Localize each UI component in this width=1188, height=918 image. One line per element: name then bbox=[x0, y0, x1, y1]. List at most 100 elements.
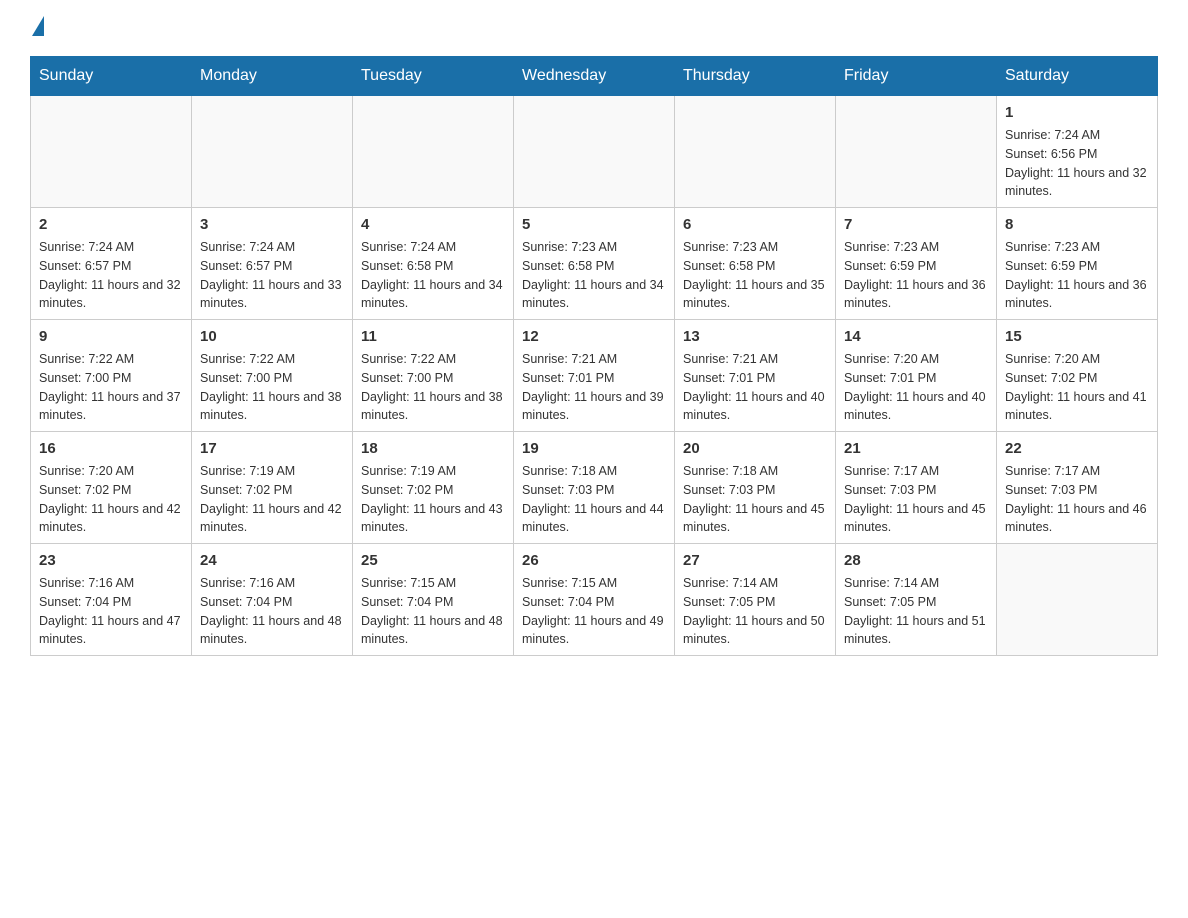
weekday-header-thursday: Thursday bbox=[675, 57, 836, 96]
day-info: Sunrise: 7:15 AM Sunset: 7:04 PM Dayligh… bbox=[361, 574, 505, 649]
day-info: Sunrise: 7:24 AM Sunset: 6:58 PM Dayligh… bbox=[361, 238, 505, 313]
day-info: Sunrise: 7:22 AM Sunset: 7:00 PM Dayligh… bbox=[39, 350, 183, 425]
day-info: Sunrise: 7:22 AM Sunset: 7:00 PM Dayligh… bbox=[200, 350, 344, 425]
weekday-header-friday: Friday bbox=[836, 57, 997, 96]
day-number: 24 bbox=[200, 550, 344, 571]
calendar-cell: 22 Sunrise: 7:17 AM Sunset: 7:03 PM Dayli… bbox=[997, 432, 1158, 544]
day-info: Sunrise: 7:21 AM Sunset: 7:01 PM Dayligh… bbox=[683, 350, 827, 425]
weekday-header-wednesday: Wednesday bbox=[514, 57, 675, 96]
day-number: 15 bbox=[1005, 326, 1149, 347]
weekday-header-tuesday: Tuesday bbox=[353, 57, 514, 96]
calendar-cell: 4 Sunrise: 7:24 AM Sunset: 6:58 PM Daylig… bbox=[353, 208, 514, 320]
calendar-cell: 19 Sunrise: 7:18 AM Sunset: 7:03 PM Dayli… bbox=[514, 432, 675, 544]
day-info: Sunrise: 7:24 AM Sunset: 6:57 PM Dayligh… bbox=[200, 238, 344, 313]
calendar-cell: 28Sunrise: 7:14 AM Sunset: 7:05 PM Dayli… bbox=[836, 544, 997, 656]
calendar-cell: 12 Sunrise: 7:21 AM Sunset: 7:01 PM Dayli… bbox=[514, 320, 675, 432]
day-info: Sunrise: 7:15 AM Sunset: 7:04 PM Dayligh… bbox=[522, 574, 666, 649]
calendar-cell: 15 Sunrise: 7:20 AM Sunset: 7:02 PM Dayli… bbox=[997, 320, 1158, 432]
day-number: 25 bbox=[361, 550, 505, 571]
week-row-1: 1 Sunrise: 7:24 AM Sunset: 6:56 PM Daylig… bbox=[31, 96, 1158, 208]
day-info: Sunrise: 7:24 AM Sunset: 6:56 PM Dayligh… bbox=[1005, 126, 1149, 201]
weekday-header-sunday: Sunday bbox=[31, 57, 192, 96]
calendar-cell: 7 Sunrise: 7:23 AM Sunset: 6:59 PM Daylig… bbox=[836, 208, 997, 320]
week-row-2: 2 Sunrise: 7:24 AM Sunset: 6:57 PM Daylig… bbox=[31, 208, 1158, 320]
day-number: 19 bbox=[522, 438, 666, 459]
day-info: Sunrise: 7:23 AM Sunset: 6:58 PM Dayligh… bbox=[683, 238, 827, 313]
day-info: Sunrise: 7:17 AM Sunset: 7:03 PM Dayligh… bbox=[1005, 462, 1149, 537]
logo-triangle-icon bbox=[32, 16, 44, 36]
day-number: 1 bbox=[1005, 102, 1149, 123]
day-info: Sunrise: 7:21 AM Sunset: 7:01 PM Dayligh… bbox=[522, 350, 666, 425]
week-row-4: 16 Sunrise: 7:20 AM Sunset: 7:02 PM Dayli… bbox=[31, 432, 1158, 544]
day-number: 17 bbox=[200, 438, 344, 459]
day-info: Sunrise: 7:22 AM Sunset: 7:00 PM Dayligh… bbox=[361, 350, 505, 425]
calendar-cell bbox=[836, 96, 997, 208]
day-info: Sunrise: 7:16 AM Sunset: 7:04 PM Dayligh… bbox=[39, 574, 183, 649]
day-info: Sunrise: 7:20 AM Sunset: 7:02 PM Dayligh… bbox=[39, 462, 183, 537]
day-info: Sunrise: 7:16 AM Sunset: 7:04 PM Dayligh… bbox=[200, 574, 344, 649]
calendar-table: SundayMondayTuesdayWednesdayThursdayFrid… bbox=[30, 56, 1158, 656]
day-number: 2 bbox=[39, 214, 183, 235]
weekday-header-monday: Monday bbox=[192, 57, 353, 96]
day-info: Sunrise: 7:18 AM Sunset: 7:03 PM Dayligh… bbox=[683, 462, 827, 537]
calendar-cell: 17 Sunrise: 7:19 AM Sunset: 7:02 PM Dayli… bbox=[192, 432, 353, 544]
day-info: Sunrise: 7:20 AM Sunset: 7:02 PM Dayligh… bbox=[1005, 350, 1149, 425]
calendar-cell bbox=[192, 96, 353, 208]
page-header bbox=[30, 20, 1158, 36]
calendar-cell: 6 Sunrise: 7:23 AM Sunset: 6:58 PM Daylig… bbox=[675, 208, 836, 320]
day-number: 22 bbox=[1005, 438, 1149, 459]
day-number: 21 bbox=[844, 438, 988, 459]
day-info: Sunrise: 7:23 AM Sunset: 6:59 PM Dayligh… bbox=[844, 238, 988, 313]
day-number: 11 bbox=[361, 326, 505, 347]
calendar-cell: 11 Sunrise: 7:22 AM Sunset: 7:00 PM Dayli… bbox=[353, 320, 514, 432]
calendar-cell: 18 Sunrise: 7:19 AM Sunset: 7:02 PM Dayli… bbox=[353, 432, 514, 544]
day-number: 3 bbox=[200, 214, 344, 235]
day-number: 12 bbox=[522, 326, 666, 347]
day-number: 4 bbox=[361, 214, 505, 235]
calendar-cell: 25 Sunrise: 7:15 AM Sunset: 7:04 PM Dayli… bbox=[353, 544, 514, 656]
calendar-cell: 20 Sunrise: 7:18 AM Sunset: 7:03 PM Dayli… bbox=[675, 432, 836, 544]
day-info: Sunrise: 7:18 AM Sunset: 7:03 PM Dayligh… bbox=[522, 462, 666, 537]
calendar-cell bbox=[514, 96, 675, 208]
day-number: 5 bbox=[522, 214, 666, 235]
calendar-cell: 21 Sunrise: 7:17 AM Sunset: 7:03 PM Dayli… bbox=[836, 432, 997, 544]
calendar-cell: 9 Sunrise: 7:22 AM Sunset: 7:00 PM Daylig… bbox=[31, 320, 192, 432]
day-info: Sunrise: 7:19 AM Sunset: 7:02 PM Dayligh… bbox=[361, 462, 505, 537]
day-info: Sunrise: 7:24 AM Sunset: 6:57 PM Dayligh… bbox=[39, 238, 183, 313]
calendar-cell: 26 Sunrise: 7:15 AM Sunset: 7:04 PM Dayli… bbox=[514, 544, 675, 656]
day-number: 27 bbox=[683, 550, 827, 571]
day-number: 6 bbox=[683, 214, 827, 235]
day-number: 8 bbox=[1005, 214, 1149, 235]
calendar-cell bbox=[997, 544, 1158, 656]
calendar-cell bbox=[675, 96, 836, 208]
day-number: 9 bbox=[39, 326, 183, 347]
calendar-cell: 1 Sunrise: 7:24 AM Sunset: 6:56 PM Daylig… bbox=[997, 96, 1158, 208]
day-number: 26 bbox=[522, 550, 666, 571]
calendar-cell: 8Sunrise: 7:23 AM Sunset: 6:59 PM Daylig… bbox=[997, 208, 1158, 320]
calendar-cell: 3 Sunrise: 7:24 AM Sunset: 6:57 PM Daylig… bbox=[192, 208, 353, 320]
day-number: 7 bbox=[844, 214, 988, 235]
calendar-cell: 23 Sunrise: 7:16 AM Sunset: 7:04 PM Dayli… bbox=[31, 544, 192, 656]
day-number: 23 bbox=[39, 550, 183, 571]
day-number: 14 bbox=[844, 326, 988, 347]
day-number: 20 bbox=[683, 438, 827, 459]
day-number: 16 bbox=[39, 438, 183, 459]
week-row-5: 23 Sunrise: 7:16 AM Sunset: 7:04 PM Dayli… bbox=[31, 544, 1158, 656]
calendar-cell: 14 Sunrise: 7:20 AM Sunset: 7:01 PM Dayli… bbox=[836, 320, 997, 432]
day-number: 18 bbox=[361, 438, 505, 459]
calendar-cell: 10Sunrise: 7:22 AM Sunset: 7:00 PM Dayli… bbox=[192, 320, 353, 432]
day-info: Sunrise: 7:17 AM Sunset: 7:03 PM Dayligh… bbox=[844, 462, 988, 537]
calendar-cell: 2 Sunrise: 7:24 AM Sunset: 6:57 PM Daylig… bbox=[31, 208, 192, 320]
calendar-cell: 24 Sunrise: 7:16 AM Sunset: 7:04 PM Dayli… bbox=[192, 544, 353, 656]
day-info: Sunrise: 7:20 AM Sunset: 7:01 PM Dayligh… bbox=[844, 350, 988, 425]
weekday-header-saturday: Saturday bbox=[997, 57, 1158, 96]
calendar-cell: 5Sunrise: 7:23 AM Sunset: 6:58 PM Daylig… bbox=[514, 208, 675, 320]
day-number: 13 bbox=[683, 326, 827, 347]
day-number: 28 bbox=[844, 550, 988, 571]
calendar-cell: 13 Sunrise: 7:21 AM Sunset: 7:01 PM Dayli… bbox=[675, 320, 836, 432]
day-info: Sunrise: 7:19 AM Sunset: 7:02 PM Dayligh… bbox=[200, 462, 344, 537]
calendar-cell bbox=[353, 96, 514, 208]
weekday-header-row: SundayMondayTuesdayWednesdayThursdayFrid… bbox=[31, 57, 1158, 96]
calendar-cell bbox=[31, 96, 192, 208]
week-row-3: 9 Sunrise: 7:22 AM Sunset: 7:00 PM Daylig… bbox=[31, 320, 1158, 432]
